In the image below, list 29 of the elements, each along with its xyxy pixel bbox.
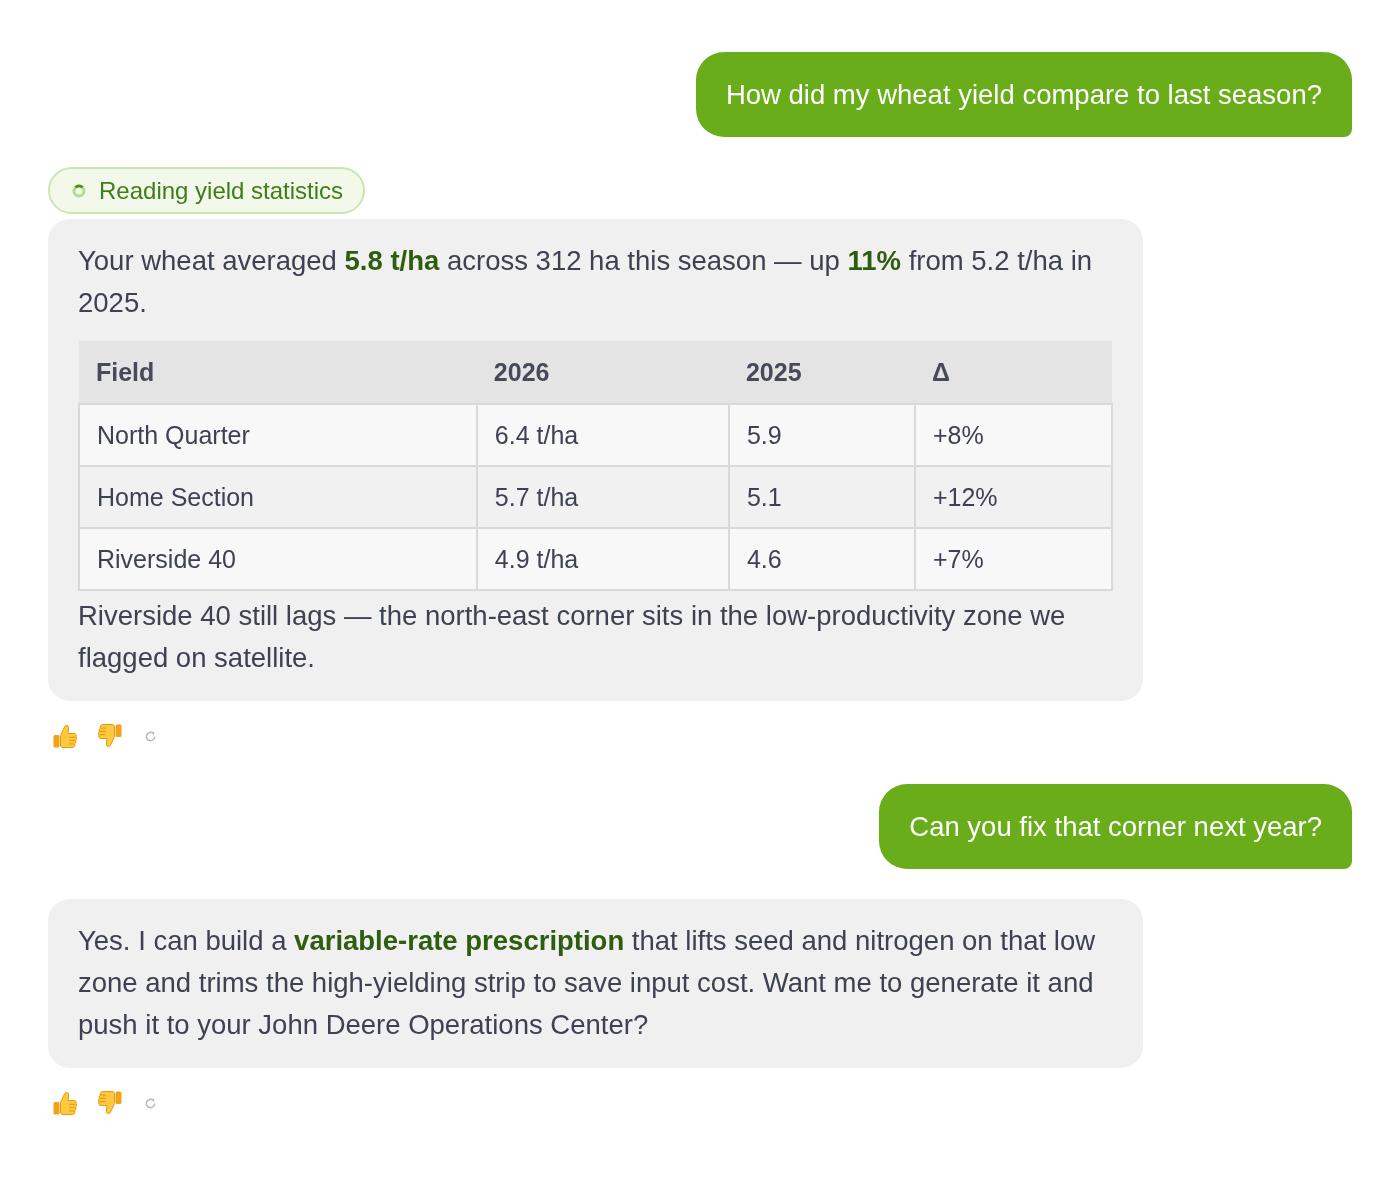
message-text: Riverside 40 still lags — the north-east corner sits in the low-productivity zone we flagged on satellite.: [78, 599, 1067, 675]
refresh-icon[interactable]: [144, 1096, 157, 1110]
column-header: 2026: [476, 341, 729, 404]
column-header: Field: [79, 341, 477, 404]
table-cell: 4.9 t/ha: [476, 528, 729, 590]
table-cell: Riverside 40: [79, 528, 477, 590]
table-cell: 4.6: [728, 528, 915, 590]
spinner-icon: [72, 183, 86, 198]
table-cell: 5.9: [728, 404, 915, 466]
thumbs-up-icon[interactable]: [52, 723, 78, 749]
message-text: Your wheat averaged 5.8 t/ha across 312 ha this season — up 11% from 5.2 t/ha in 2025.: [78, 244, 1094, 320]
thumbs-up-icon[interactable]: [52, 1090, 78, 1116]
table-cell: 6.4 t/ha: [476, 404, 729, 466]
thumbs-down-icon[interactable]: [97, 1090, 123, 1116]
status-text: Reading yield statistics: [99, 176, 344, 205]
table-cell: Home Section: [79, 466, 477, 528]
message-text: Yes. I can build a variable-rate prescription that lifts seed and nitrogen on that low zone and trims the high-yielding strip to save input cost. Want me to generate it and push it to your John Deere Operations Center?: [78, 924, 1097, 1042]
table-cell: North Quarter: [79, 404, 477, 466]
table-cell: +7%: [914, 528, 1113, 590]
thumbs-down-icon[interactable]: [97, 723, 123, 749]
table-cell: +12%: [914, 466, 1113, 528]
refresh-icon[interactable]: [144, 729, 157, 743]
user-message: Can you fix that corner next year?: [879, 784, 1352, 869]
table-cell: 5.1: [728, 466, 915, 528]
column-header: Δ: [914, 341, 1113, 404]
table-cell: +8%: [914, 404, 1113, 466]
table-cell: 5.7 t/ha: [476, 466, 729, 528]
user-message: How did my wheat yield compare to last season?: [695, 52, 1352, 137]
column-header: 2025: [728, 341, 915, 404]
